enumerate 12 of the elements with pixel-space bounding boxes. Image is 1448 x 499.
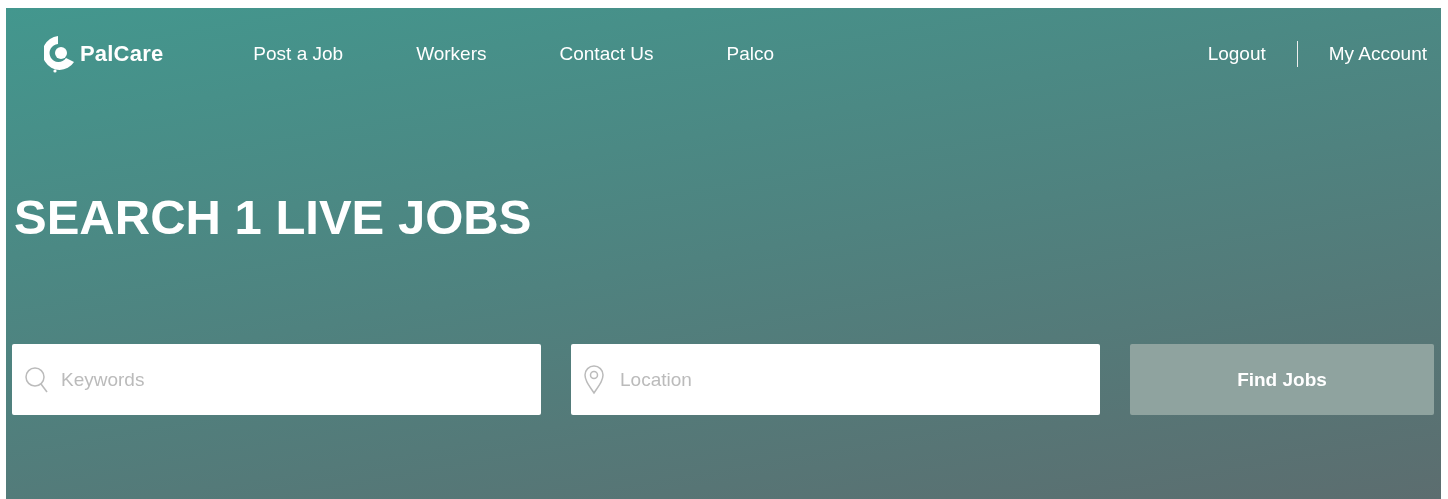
page-heading: SEARCH 1 LIVE JOBS [14,189,533,246]
location-field[interactable]: Location [571,344,1100,415]
brand-name: PalCare [80,41,164,67]
account-link[interactable]: My Account [1328,43,1427,65]
keywords-field[interactable]: Keywords [12,344,541,415]
find-jobs-button[interactable]: Find Jobs [1130,344,1434,415]
nav-link[interactable]: Contact Us [559,43,654,65]
account-link[interactable]: Logout [1207,43,1266,65]
nav-link[interactable]: Post a Job [253,43,344,65]
logo-icon [44,34,76,74]
nav-link[interactable]: Workers [416,43,487,65]
nav-link[interactable]: Palco [726,43,775,65]
